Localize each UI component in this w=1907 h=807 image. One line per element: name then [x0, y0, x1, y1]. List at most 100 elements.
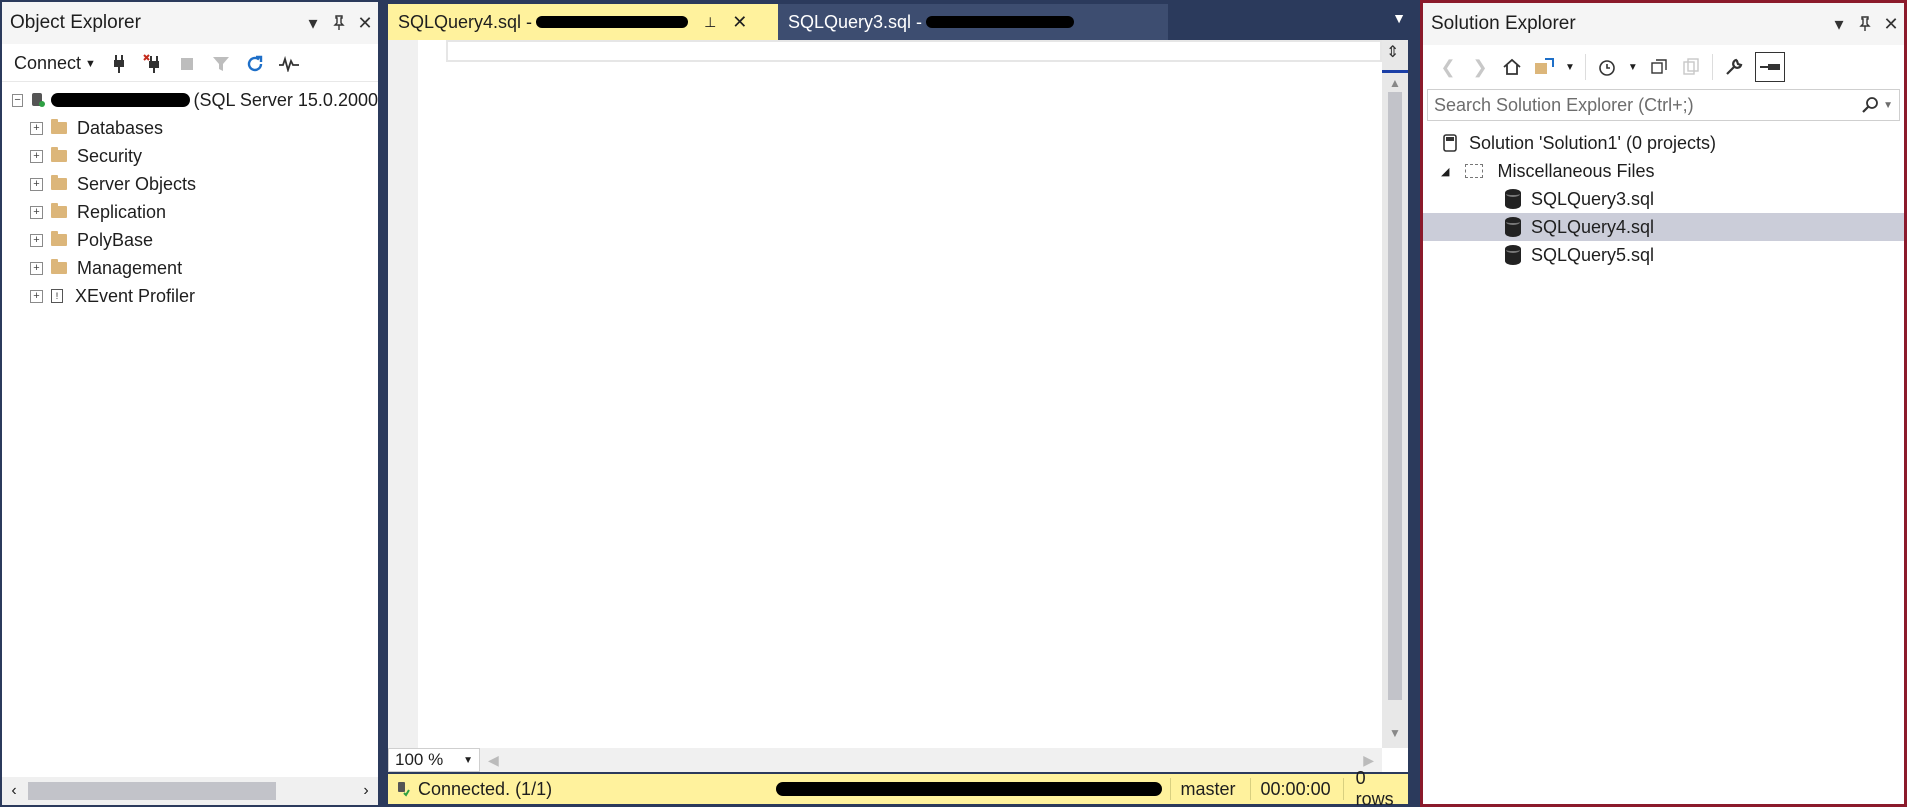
close-icon[interactable]: ✕	[1878, 11, 1904, 37]
split-editor-icon[interactable]: ⇕	[1386, 42, 1399, 62]
file-label: SQLQuery5.sql	[1531, 244, 1655, 265]
current-line-highlight	[446, 40, 1382, 62]
tree-node-management[interactable]: + Management	[2, 254, 378, 282]
activity-monitor-icon[interactable]	[278, 53, 300, 75]
object-explorer-toolbar: Connect ▼	[2, 46, 378, 82]
properties-wrench-icon[interactable]	[1723, 56, 1745, 78]
disconnect-icon[interactable]	[142, 53, 164, 75]
solution-icon	[1441, 133, 1459, 153]
tab-overflow-dropdown-icon[interactable]: ▼	[1392, 10, 1406, 26]
folder-label: Miscellaneous Files	[1497, 160, 1655, 181]
file-sqlquery4[interactable]: SQLQuery4.sql	[1423, 213, 1904, 241]
server-version: (SQL Server 15.0.2000	[193, 89, 378, 110]
query-editor[interactable]	[388, 40, 1408, 772]
expand-toggle[interactable]: +	[30, 261, 43, 275]
search-icon[interactable]	[1861, 96, 1883, 114]
editor-margin	[388, 40, 418, 748]
solution-explorer-toolbar: ❮ ❯ ▼ ▼	[1423, 47, 1904, 87]
scroll-right-icon[interactable]: ▶	[1363, 752, 1374, 769]
tab-sqlquery3[interactable]: SQLQuery3.sql -	[778, 4, 1168, 40]
tree-node-label: Management	[77, 257, 183, 278]
object-explorer-titlebar: Object Explorer ▾ ✕	[2, 2, 378, 44]
folder-icon	[51, 203, 67, 218]
sql-file-icon	[1505, 217, 1521, 237]
sql-file-icon	[1505, 245, 1521, 265]
solution-explorer-title: Solution Explorer	[1431, 13, 1576, 34]
tree-node-server-objects[interactable]: + Server Objects	[2, 170, 378, 198]
row-count: 0 rows	[1355, 768, 1394, 807]
folder-icon	[51, 119, 67, 134]
preview-selected-items-icon[interactable]	[1754, 52, 1785, 82]
tree-node-label: Server Objects	[77, 173, 197, 194]
object-explorer-title: Object Explorer	[10, 12, 141, 33]
window-position-dropdown-icon[interactable]: ▾	[1826, 11, 1852, 37]
pin-icon[interactable]	[1852, 11, 1878, 37]
tab-sqlquery4[interactable]: SQLQuery4.sql - ⊥ ✕	[388, 4, 778, 40]
expand-toggle[interactable]: +	[30, 233, 43, 247]
expand-toggle[interactable]: +	[30, 149, 43, 163]
horizontal-scroll-thumb[interactable]	[28, 782, 276, 800]
redacted-server-name	[51, 93, 190, 107]
zoom-value: 100 %	[395, 750, 444, 769]
tree-node-label: Databases	[77, 117, 164, 138]
scroll-right-icon[interactable]: ›	[354, 782, 378, 800]
misc-files-folder[interactable]: ◢ Miscellaneous Files	[1423, 157, 1904, 185]
vertical-scroll-thumb[interactable]	[1388, 92, 1402, 700]
collapse-all-icon[interactable]	[1648, 56, 1670, 78]
file-sqlquery3[interactable]: SQLQuery3.sql	[1423, 185, 1904, 213]
pin-tab-icon[interactable]: ⊥	[704, 14, 716, 31]
refresh-icon[interactable]	[244, 53, 266, 75]
chevron-down-icon: ▼	[85, 57, 96, 70]
chevron-down-icon[interactable]: ▼	[1628, 62, 1638, 73]
collapse-toggle[interactable]: −	[12, 93, 24, 107]
tree-node-polybase[interactable]: + PolyBase	[2, 226, 378, 254]
tree-node-security[interactable]: + Security	[2, 142, 378, 170]
caret-position-marker	[1382, 70, 1408, 73]
chevron-down-icon[interactable]: ▼	[1883, 100, 1893, 111]
redacted-connection-info	[926, 16, 1075, 28]
elapsed-time: 00:00:00	[1260, 778, 1331, 799]
server-icon	[31, 92, 46, 108]
tab-title: SQLQuery3.sql -	[788, 11, 923, 32]
file-sqlquery5[interactable]: SQLQuery5.sql	[1423, 241, 1904, 269]
switch-views-icon[interactable]	[1533, 56, 1555, 78]
tree-node-databases[interactable]: + Databases	[2, 114, 378, 142]
close-icon[interactable]: ✕	[352, 10, 378, 36]
collapse-triangle-icon[interactable]: ◢	[1441, 165, 1449, 178]
filter-icon[interactable]	[210, 53, 232, 75]
server-node[interactable]: − (SQL Server 15.0.2000	[2, 86, 378, 114]
scroll-left-icon[interactable]: ◀	[488, 752, 499, 769]
solution-search-box[interactable]: Search Solution Explorer (Ctrl+;) ▼	[1427, 89, 1900, 121]
scroll-down-icon[interactable]: ▼	[1389, 726, 1401, 740]
expand-toggle[interactable]: +	[30, 121, 43, 135]
expand-toggle[interactable]: +	[30, 289, 43, 303]
pending-changes-filter-icon[interactable]	[1596, 56, 1618, 78]
zoom-dropdown[interactable]: 100 % ▼	[388, 748, 480, 772]
search-placeholder: Search Solution Explorer (Ctrl+;)	[1434, 94, 1694, 115]
connect-button[interactable]: Connect ▼	[14, 53, 96, 74]
xevent-profiler-icon: !	[51, 289, 63, 303]
home-icon[interactable]	[1501, 56, 1523, 78]
file-label: SQLQuery4.sql	[1531, 216, 1655, 237]
connect-plug-icon[interactable]	[108, 53, 130, 75]
forward-icon[interactable]: ❯	[1469, 56, 1491, 78]
stop-icon[interactable]	[176, 53, 198, 75]
tree-node-xevent-profiler[interactable]: + ! XEvent Profiler	[2, 282, 378, 310]
back-icon[interactable]: ❮	[1437, 56, 1459, 78]
tree-node-replication[interactable]: + Replication	[2, 198, 378, 226]
solution-node[interactable]: Solution 'Solution1' (0 projects)	[1423, 129, 1904, 157]
expand-toggle[interactable]: +	[30, 205, 43, 219]
pin-icon[interactable]	[326, 10, 352, 36]
file-label: SQLQuery3.sql	[1531, 188, 1655, 209]
scroll-left-icon[interactable]: ‹	[2, 782, 26, 800]
scroll-up-icon[interactable]: ▲	[1389, 76, 1401, 90]
expand-toggle[interactable]: +	[30, 177, 43, 191]
tree-node-label: XEvent Profiler	[75, 285, 196, 306]
current-database: master	[1180, 778, 1236, 799]
close-tab-icon[interactable]: ✕	[732, 12, 747, 33]
tab-title: SQLQuery4.sql -	[398, 11, 533, 32]
show-all-files-icon[interactable]	[1680, 56, 1702, 78]
window-position-dropdown-icon[interactable]: ▾	[300, 10, 326, 36]
chevron-down-icon[interactable]: ▼	[1565, 62, 1575, 73]
sql-file-icon	[1505, 189, 1521, 209]
